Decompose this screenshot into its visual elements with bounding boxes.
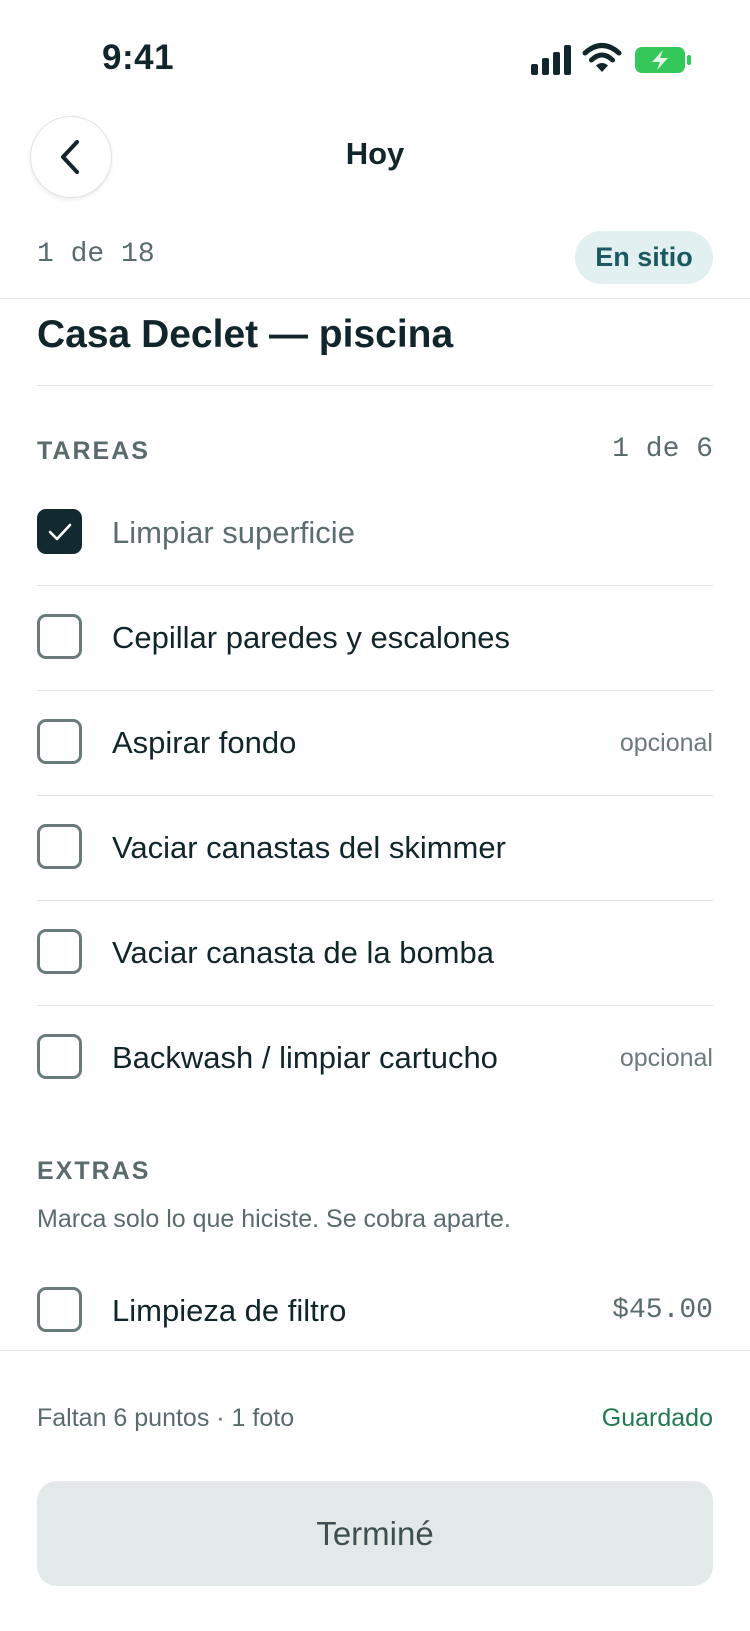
extra-checkbox[interactable]: [37, 1287, 82, 1332]
task-checkbox[interactable]: [37, 929, 82, 974]
extra-row[interactable]: Limpieza de filtro $45.00: [37, 1259, 713, 1363]
pending-summary: Faltan 6 puntos · 1 foto: [37, 1404, 295, 1432]
task-label: Vaciar canasta de la bomba: [112, 935, 494, 970]
task-checkbox[interactable]: [37, 614, 82, 659]
task-checkbox[interactable]: [37, 824, 82, 869]
task-row[interactable]: Vaciar canastas del skimmer: [37, 796, 713, 901]
task-label: Cepillar paredes y escalones: [112, 620, 511, 655]
wifi-icon: [582, 43, 622, 72]
task-label: Limpiar superficie: [112, 515, 355, 550]
task-checkbox-checked[interactable]: [37, 509, 82, 554]
battery-charging-icon: [635, 47, 691, 73]
extras-section-title: EXTRAS: [37, 1157, 151, 1185]
task-label: Vaciar canastas del skimmer: [112, 830, 506, 865]
task-label: Aspirar fondo: [112, 725, 297, 760]
finish-button[interactable]: Terminé: [37, 1481, 713, 1586]
stop-counter: 1 de 18: [37, 239, 155, 270]
checkmark-icon: [48, 523, 71, 540]
header-divider: [0, 298, 750, 299]
cellular-signal-icon: [531, 45, 571, 75]
task-row[interactable]: Aspirar fondo opcional: [37, 691, 713, 796]
tasks-progress: 1 de 6: [612, 434, 713, 465]
extras-description: Marca solo lo que hiciste. Se cobra apar…: [37, 1205, 511, 1233]
status-badge: En sitio: [575, 231, 713, 284]
task-checkbox[interactable]: [37, 719, 82, 764]
optional-tag: opcional: [619, 729, 713, 757]
optional-tag: opcional: [619, 1044, 713, 1072]
page-title: Hoy: [345, 136, 405, 171]
task-row[interactable]: Vaciar canasta de la bomba: [37, 901, 713, 1006]
extra-label: Limpieza de filtro: [112, 1293, 347, 1328]
site-divider: [37, 385, 713, 386]
task-checkbox[interactable]: [37, 1034, 82, 1079]
task-label: Backwash / limpiar cartucho: [112, 1040, 498, 1075]
saved-status: Guardado: [601, 1404, 713, 1432]
status-time: 9:41: [102, 38, 175, 77]
extra-price: $45.00: [612, 1295, 713, 1326]
task-row[interactable]: Cepillar paredes y escalones: [37, 586, 713, 691]
task-row[interactable]: Limpiar superficie: [37, 481, 713, 586]
tasks-section-title: TAREAS: [37, 437, 150, 465]
task-row[interactable]: Backwash / limpiar cartucho opcional: [37, 1006, 713, 1110]
site-name: Casa Declet — piscina: [37, 313, 454, 356]
